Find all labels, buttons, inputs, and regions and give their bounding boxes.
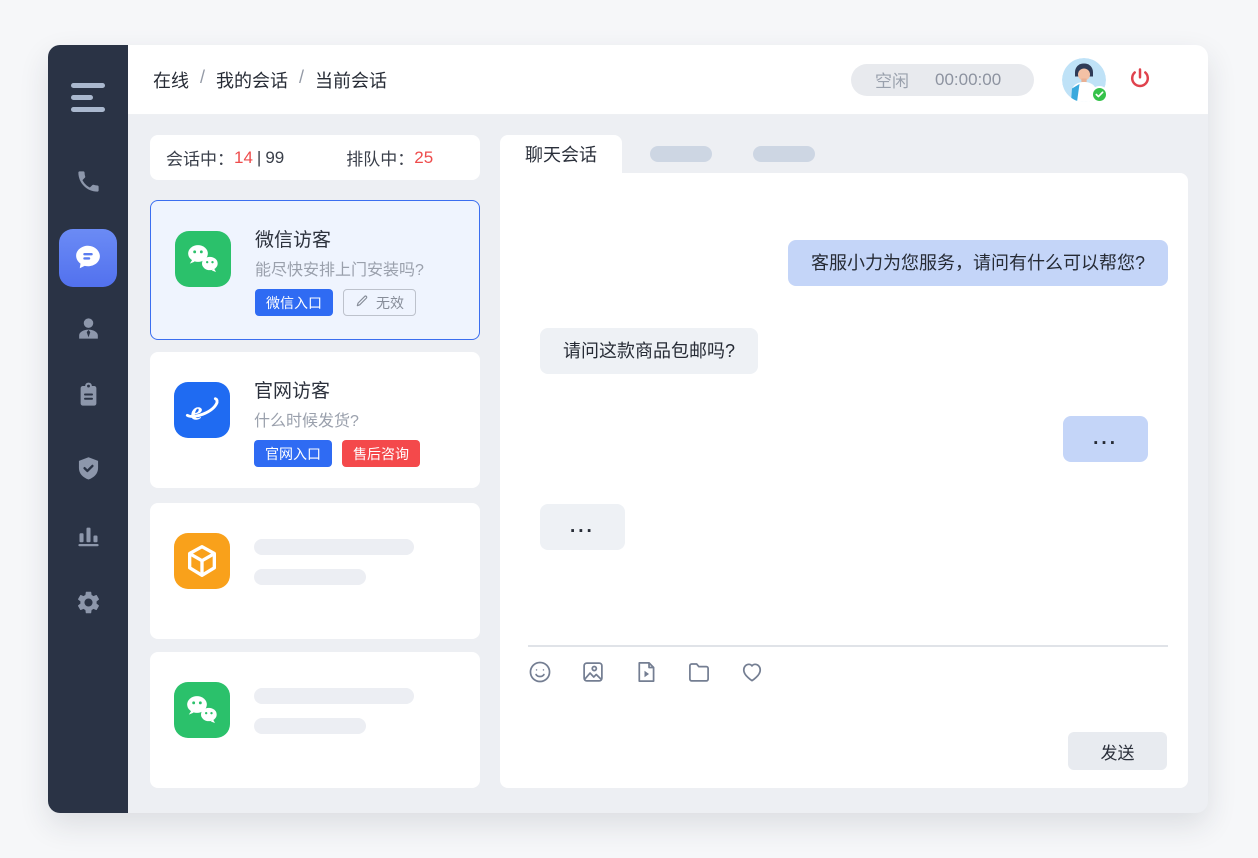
chat-tab-row: 聊天会话 [500, 135, 1188, 173]
breadcrumb-separator: / [200, 67, 205, 93]
active-sessions-label: 会话中： [166, 145, 234, 170]
tab-label: 聊天会话 [525, 141, 597, 167]
clipboard-icon [75, 382, 102, 412]
chat-bubble-icon [73, 242, 103, 275]
stats-separator: | [257, 148, 261, 168]
sidebar-item-calls[interactable] [66, 161, 110, 205]
gear-icon [75, 589, 102, 619]
power-icon[interactable] [1126, 66, 1154, 94]
online-check-badge-icon [1091, 86, 1108, 103]
session-card-skeleton[interactable] [150, 652, 480, 788]
send-button[interactable]: 发送 [1068, 732, 1167, 770]
message-row: 客服小力为您服务，请问有什么可以帮您? [500, 240, 1188, 286]
sidebar-item-security[interactable] [66, 448, 110, 492]
visitor-message-bubble: 请问这款商品包邮吗? [540, 328, 758, 374]
message-row: ... [500, 504, 1188, 550]
sidebar-item-chat-active[interactable] [59, 229, 117, 287]
tag-web-entry: 官网入口 [254, 440, 332, 467]
folder-icon[interactable] [685, 659, 712, 686]
topbar: 在线 / 我的会话 / 当前会话 空闲 00:00:00 [128, 45, 1208, 115]
session-title: 微信访客 [255, 225, 331, 252]
skeleton-line [254, 539, 414, 555]
visitor-typing-bubble: ... [540, 504, 625, 550]
agent-message-bubble: 客服小力为您服务，请问有什么可以帮您? [788, 240, 1168, 286]
svg-text:e: e [191, 396, 203, 426]
status-timer: 00:00:00 [935, 70, 1001, 90]
menu-icon[interactable] [71, 83, 105, 119]
session-preview: 什么时候发货? [254, 407, 359, 431]
session-stats: 会话中： 14 | 99 排队中： 25 [150, 135, 480, 180]
tab-placeholder[interactable] [650, 146, 712, 162]
active-sessions-count: 14 [234, 148, 253, 168]
session-tags: 微信入口 无效 [255, 289, 416, 316]
bar-chart-icon [75, 522, 102, 552]
wechat-icon [174, 682, 230, 738]
package-cube-icon [174, 533, 230, 589]
pencil-icon [355, 294, 369, 311]
message-row: 请问这款商品包邮吗? [500, 328, 1188, 374]
status-label: 空闲 [875, 67, 909, 92]
topbar-right: 空闲 00:00:00 [851, 58, 1154, 102]
session-title: 官网访客 [254, 376, 330, 403]
avatar[interactable] [1062, 58, 1106, 102]
person-icon [75, 315, 102, 345]
video-icon[interactable] [632, 659, 659, 686]
breadcrumb-separator: / [299, 67, 304, 93]
breadcrumb-my-sessions[interactable]: 我的会话 [216, 67, 288, 93]
breadcrumb-current-session[interactable]: 当前会话 [315, 67, 387, 93]
breadcrumb-online[interactable]: 在线 [153, 67, 189, 93]
session-card-wechat-visitor[interactable]: 微信访客 能尽快安排上门安装吗? 微信入口 无效 [150, 200, 480, 340]
session-card-web-visitor[interactable]: e 官网访客 什么时候发货? 官网入口 售后咨询 [150, 352, 480, 488]
composer-toolbar [526, 659, 765, 686]
session-tags: 官网入口 售后咨询 [254, 440, 420, 467]
favorite-icon[interactable] [738, 659, 765, 686]
queue-count: 25 [414, 148, 433, 168]
app-window: 在线 / 我的会话 / 当前会话 空闲 00:00:00 [48, 45, 1208, 813]
message-row: ... [500, 416, 1188, 462]
tag-aftersales: 售后咨询 [342, 440, 420, 467]
message-input[interactable] [526, 695, 1046, 780]
skeleton-line [254, 718, 366, 734]
tab-chat-session[interactable]: 聊天会话 [500, 135, 622, 173]
queue-label: 排队中： [346, 145, 414, 170]
skeleton-line [254, 569, 366, 585]
breadcrumb: 在线 / 我的会话 / 当前会话 [153, 67, 387, 93]
sidebar-item-tasks[interactable] [66, 375, 110, 419]
tag-invalid-label: 无效 [376, 293, 404, 313]
session-panel: 会话中： 14 | 99 排队中： 25 微信访客 能尽快安排上门安装吗? 微信… [150, 135, 480, 813]
chat-message-area: 客服小力为您服务，请问有什么可以帮您? 请问这款商品包邮吗? ... ... [500, 173, 1188, 788]
skeleton-line [254, 688, 414, 704]
image-icon[interactable] [579, 659, 606, 686]
sidebar-item-contacts[interactable] [66, 308, 110, 352]
wechat-icon [175, 231, 231, 287]
active-sessions-total: 99 [265, 148, 284, 168]
sidebar-item-settings[interactable] [66, 582, 110, 626]
composer-divider [528, 645, 1168, 647]
session-card-skeleton[interactable] [150, 503, 480, 639]
phone-icon [75, 168, 102, 198]
chat-panel: 聊天会话 客服小力为您服务，请问有什么可以帮您? 请问这款商品包邮吗? ... … [500, 135, 1188, 788]
agent-status-pill[interactable]: 空闲 00:00:00 [851, 64, 1034, 96]
tab-placeholder[interactable] [753, 146, 815, 162]
browser-icon: e [174, 382, 230, 438]
tag-wechat-entry: 微信入口 [255, 289, 333, 316]
sidebar [48, 45, 128, 813]
session-preview: 能尽快安排上门安装吗? [255, 256, 424, 280]
emoji-icon[interactable] [526, 659, 553, 686]
shield-check-icon [75, 455, 102, 485]
agent-typing-bubble: ... [1063, 416, 1148, 462]
tag-invalid-button[interactable]: 无效 [343, 289, 416, 316]
sidebar-item-reports[interactable] [66, 515, 110, 559]
